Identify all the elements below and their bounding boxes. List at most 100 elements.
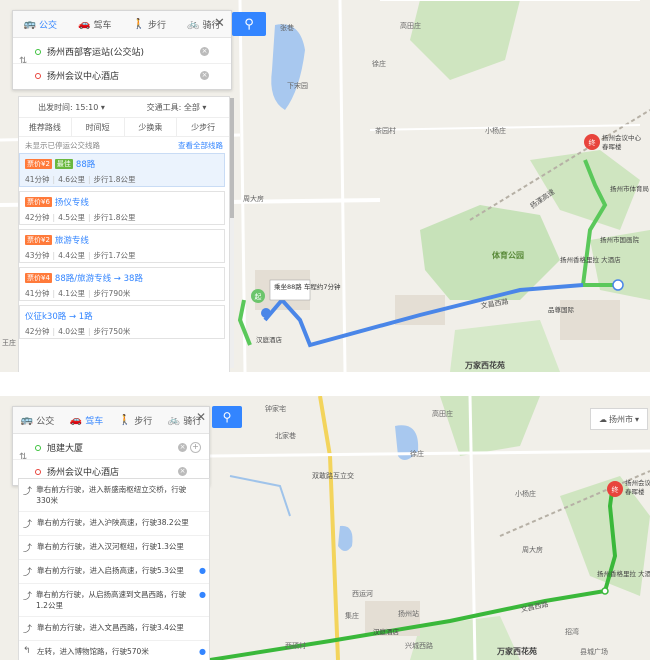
camera-icon: ● (199, 566, 206, 575)
chevron-down-icon: ▾ (634, 414, 639, 424)
map-label: 西硕村 (285, 641, 306, 650)
tab-shortest-time[interactable]: 时间短 (72, 118, 125, 136)
end-marker[interactable]: 终 (607, 481, 623, 497)
results-scrollbar[interactable] (230, 98, 234, 368)
search-panel: 🚌 公交 🚗 驾车 🚶 步行 🚲 骑行 ⇅ 扬州西部客运站(公交站) × 扬州会议中心酒… (12, 10, 232, 90)
map-label: 周大房 (243, 194, 264, 203)
depart-time-select[interactable]: 出发时间: 15:10 ▾ (19, 102, 124, 113)
clear-end-icon[interactable]: × (178, 467, 187, 476)
map-label: 集庄 (345, 611, 359, 620)
map-label: 汉庭酒店 (256, 335, 283, 344)
list-item[interactable]: ⤴ 靠右前方行驶，进入文昌西路，行驶3.4公里 (19, 617, 209, 641)
best-badge: 最佳 (54, 159, 73, 169)
list-item[interactable]: ⤴ 靠右前方行驶，进入汉河枢纽，行驶1.3公里 (19, 536, 209, 560)
start-field[interactable]: 扬州西部客运站(公交站) × (13, 40, 231, 63)
end-dot-icon (35, 72, 41, 79)
list-item[interactable]: ↰ 左转，进入博物馆路，行驶570米 ● (19, 641, 209, 660)
map-label: 西运河 (352, 590, 373, 598)
close-icon[interactable]: ✕ (214, 16, 225, 31)
route-name: 扬仪专线 (54, 198, 89, 208)
tab-bus[interactable]: 🚌 公交 (13, 407, 62, 433)
tab-recommended[interactable]: 推荐路线 (19, 118, 72, 136)
end-dot-icon (35, 468, 41, 475)
car-icon: 🚗 (69, 414, 83, 426)
bus-icon: 🚌 (23, 18, 36, 30)
keep-right-icon: ⤴ (23, 568, 33, 578)
map-label: 扬州市国画院 (600, 235, 640, 244)
transport-select[interactable]: 交通工具: 全部 ▾ (124, 102, 229, 113)
list-item[interactable]: ⤴ 靠右前方行驶，进入启扬高速，行驶5.3公里 ● (19, 560, 209, 584)
transfer-point[interactable] (612, 279, 624, 291)
tab-walk[interactable]: 🚶 步行 (111, 407, 160, 433)
map-label: 扬州会议中心 (625, 478, 650, 487)
map-label: 下宋园 (287, 81, 308, 90)
route-name: 88路/旅游专线 → 38路 (54, 274, 143, 284)
map-label: 双敢路互立交 (312, 471, 354, 480)
price-badge: 票价¥2 (25, 235, 52, 245)
bus-info-text: 乘坐88路 车程约7分钟 (274, 282, 341, 291)
map-label: 招湾 (565, 627, 579, 636)
map-label: 高田庄 (400, 21, 421, 30)
map-label: 王庄 (2, 338, 16, 347)
driving-route-screenshot: 终 钟家宅 高田庄 北家巷 徐庄 双敢路互立交 小杨庄 周大房 扬州会议中心 春… (0, 396, 650, 660)
clear-start-icon[interactable]: × (178, 443, 187, 452)
start-marker[interactable]: 起 (251, 289, 265, 303)
route-results: 出发时间: 15:10 ▾ 交通工具: 全部 ▾ 推荐路线 时间短 少换乘 少步… (18, 96, 230, 372)
camera-icon: ● (199, 647, 206, 656)
bus-icon: 🚌 (20, 414, 34, 426)
clear-end-icon[interactable]: × (200, 71, 209, 80)
tab-bus[interactable]: 🚌 公交 (13, 11, 68, 37)
tab-walk[interactable]: 🚶 步行 (122, 11, 177, 37)
walk-icon: 🚶 (132, 18, 145, 30)
keep-right-icon: ⤴ (23, 520, 33, 530)
list-item[interactable]: ⤴ 靠右前方行驶，进入沪陕高速，行驶38.2公里 (19, 512, 209, 536)
tab-fewest-transfers[interactable]: 少换乘 (125, 118, 178, 136)
map-label: 万家西花苑 (464, 360, 505, 370)
end-marker-label: 终 (612, 485, 619, 494)
tab-car[interactable]: 🚗 驾车 (68, 11, 123, 37)
bike-icon: 🚲 (187, 18, 200, 30)
route-name: 88路 (75, 160, 96, 170)
map-label: 扬州香格里拉 大酒店 (597, 569, 650, 578)
search-icon: ⚲ (222, 410, 232, 424)
clear-start-icon[interactable]: × (200, 47, 209, 56)
search-button[interactable]: ⚲ (232, 12, 266, 36)
map-label: 春晖楼 (625, 487, 645, 496)
route-item[interactable]: 票价¥2 最佳 88路 41分钟 | 4.6公里 | 步行1.8公里 (19, 153, 225, 187)
list-item[interactable]: ⤴ 靠右前方行驶，进入新盛南枢纽立交桥，行驶330米 (19, 479, 209, 512)
search-button[interactable]: ⚲ (212, 406, 242, 428)
map-label: 品尊国际 (548, 305, 575, 314)
map-label: 徐庄 (372, 59, 386, 68)
tab-car[interactable]: 🚗 驾车 (62, 407, 111, 433)
bus-route-screenshot: 起 终 乘坐88路 车程约7分钟 张巷 高田庄 徐庄 下宋园 茶园村 小杨庄 扬… (0, 0, 650, 372)
view-all-lines-link[interactable]: 查看全部线路 (178, 140, 223, 151)
separator (0, 372, 650, 396)
route-item[interactable]: 票价¥2 旅游专线 43分钟 | 4.4公里 | 步行1.7公里 (19, 229, 225, 263)
keep-right-icon: ⤴ (23, 487, 33, 497)
start-marker-label: 起 (255, 293, 262, 301)
map-label: 高田庄 (432, 409, 453, 418)
bus-stop-icon[interactable] (261, 308, 271, 318)
close-icon[interactable]: ✕ (196, 410, 206, 424)
keep-right-icon: ⤴ (23, 544, 33, 554)
route-item[interactable]: 票价¥4 88路/旅游专线 → 38路 41分钟 | 4.1公里 | 步行790米 (19, 267, 225, 301)
map-label: 汉庭酒店 (373, 627, 400, 636)
map-label: 春晖楼 (602, 142, 622, 151)
map-label: 兴城西路 (405, 641, 433, 650)
walk-icon: 🚶 (118, 414, 132, 426)
add-waypoint-icon[interactable]: + (190, 442, 201, 453)
start-field[interactable]: 旭建大厦 × + (13, 436, 209, 459)
sort-tabs: 推荐路线 时间短 少换乘 少步行 (19, 118, 229, 137)
route-item[interactable]: 仪征k30路 → 1路 42分钟 | 4.0公里 | 步行750米 (19, 305, 225, 339)
tab-least-walking[interactable]: 少步行 (177, 118, 229, 136)
list-item[interactable]: ⤴ 靠右前方行驶，从启扬高速到文昌西路，行驶1.2公里 ● (19, 584, 209, 617)
camera-icon: ● (199, 590, 206, 599)
route-item[interactable]: 票价¥6 扬仪专线 42分钟 | 4.5公里 | 步行1.8公里 (19, 191, 225, 225)
stops-form: ⇅ 扬州西部客运站(公交站) × 扬州会议中心酒店 × (13, 38, 231, 89)
end-marker[interactable]: 终 (584, 134, 600, 150)
map-label: 扬州站 (398, 609, 419, 618)
map-label: 钟家宅 (265, 404, 286, 413)
end-field[interactable]: 扬州会议中心酒店 × (13, 63, 231, 87)
city-selector[interactable]: ☁ 扬州市 ▾ (590, 408, 648, 430)
map-label: 万家西花苑 (496, 646, 537, 656)
